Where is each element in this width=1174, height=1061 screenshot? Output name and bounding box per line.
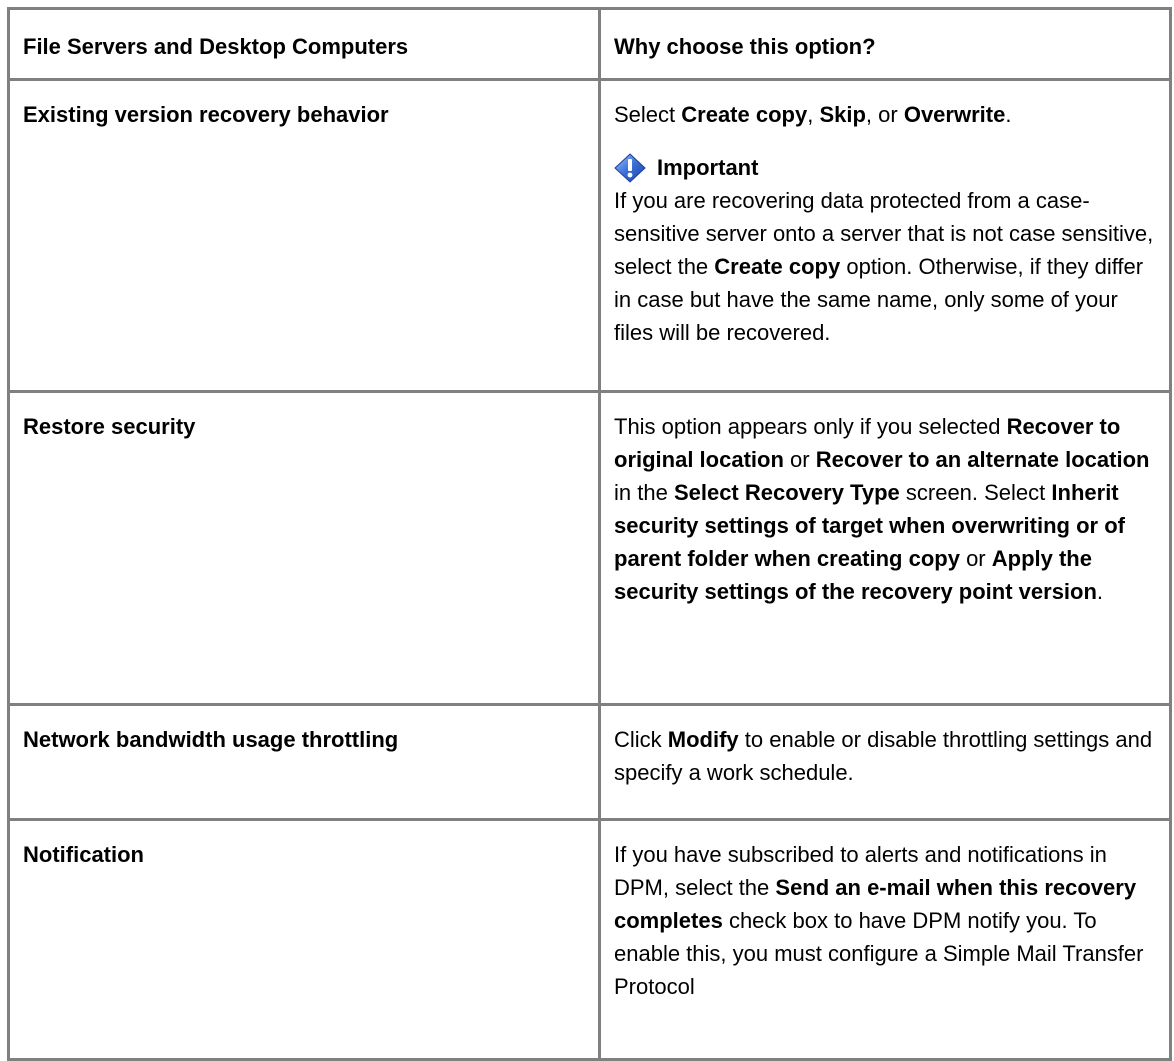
bold-term: Modify xyxy=(667,727,739,752)
important-note-title: Important xyxy=(657,155,759,180)
bold-term: Recover to an alternate location xyxy=(815,447,1150,472)
row-label-restore-security: Restore security xyxy=(7,390,601,706)
rich-text: If you have subscribed to alerts and not… xyxy=(614,842,1144,999)
row-label-existing-version: Existing version recovery behavior xyxy=(7,78,601,393)
rich-text: Click Modify to enable or disable thrott… xyxy=(614,727,1153,785)
row-desc-restore-security: This option appears only if you selected… xyxy=(598,390,1172,706)
bold-term: Skip xyxy=(819,102,866,127)
bold-term: Create copy xyxy=(714,254,841,279)
row-desc-existing-version: Select Create copy, Skip, or Overwrite. xyxy=(598,78,1172,393)
important-note-header: Important xyxy=(614,151,1155,184)
header-col-why-choose: Why choose this option? xyxy=(598,7,1172,81)
options-table: File Servers and Desktop Computers Why c… xyxy=(7,7,1172,1061)
rich-text: This option appears only if you selected… xyxy=(614,414,1150,604)
table-row: Network bandwidth usage throttling Click… xyxy=(7,703,1172,821)
table-header-row: File Servers and Desktop Computers Why c… xyxy=(7,7,1172,81)
header-col-file-servers: File Servers and Desktop Computers xyxy=(7,7,601,81)
row-desc-network-bandwidth: Click Modify to enable or disable thrott… xyxy=(598,703,1172,821)
bold-term: Create copy xyxy=(681,102,808,127)
bold-term: Select Recovery Type xyxy=(673,480,900,505)
important-note: Important If you are recovering data pro… xyxy=(614,151,1155,349)
rich-text: Select Create copy, Skip, or Overwrite. xyxy=(614,102,1012,127)
row-label-notification: Notification xyxy=(7,818,601,1061)
table-row: Existing version recovery behavior Selec… xyxy=(7,78,1172,393)
row-label-network-bandwidth: Network bandwidth usage throttling xyxy=(7,703,601,821)
bold-term: Overwrite xyxy=(903,102,1006,127)
row-desc-notification: If you have subscribed to alerts and not… xyxy=(598,818,1172,1061)
important-note-body: If you are recovering data protected fro… xyxy=(614,188,1154,345)
table-row: Restore security This option appears onl… xyxy=(7,390,1172,706)
table-row: Notification If you have subscribed to a… xyxy=(7,818,1172,1061)
important-icon xyxy=(614,152,646,183)
bold-term: Send an e-mail when this recovery comple… xyxy=(614,875,1137,933)
